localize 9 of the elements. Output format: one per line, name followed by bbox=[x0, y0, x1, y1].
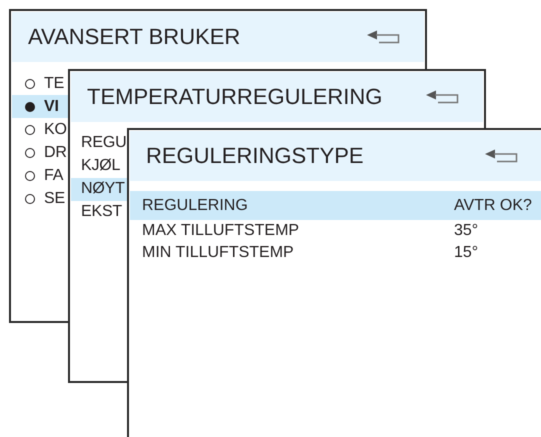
setting-label: MIN TILLUFTSTEMP bbox=[142, 244, 295, 262]
window-title: TEMPERATURREGULERING bbox=[87, 84, 382, 110]
setting-label: REGULERING bbox=[142, 196, 249, 214]
setting-value: 15° bbox=[454, 244, 478, 262]
window-title: AVANSERT BRUKER bbox=[28, 24, 240, 50]
window-title: REGULERINGSTYPE bbox=[146, 143, 364, 169]
setting-value: 35° bbox=[454, 222, 478, 240]
setting-label: MAX TILLUFTSTEMP bbox=[142, 222, 300, 240]
setting-value: AVTR OK? bbox=[454, 196, 532, 214]
